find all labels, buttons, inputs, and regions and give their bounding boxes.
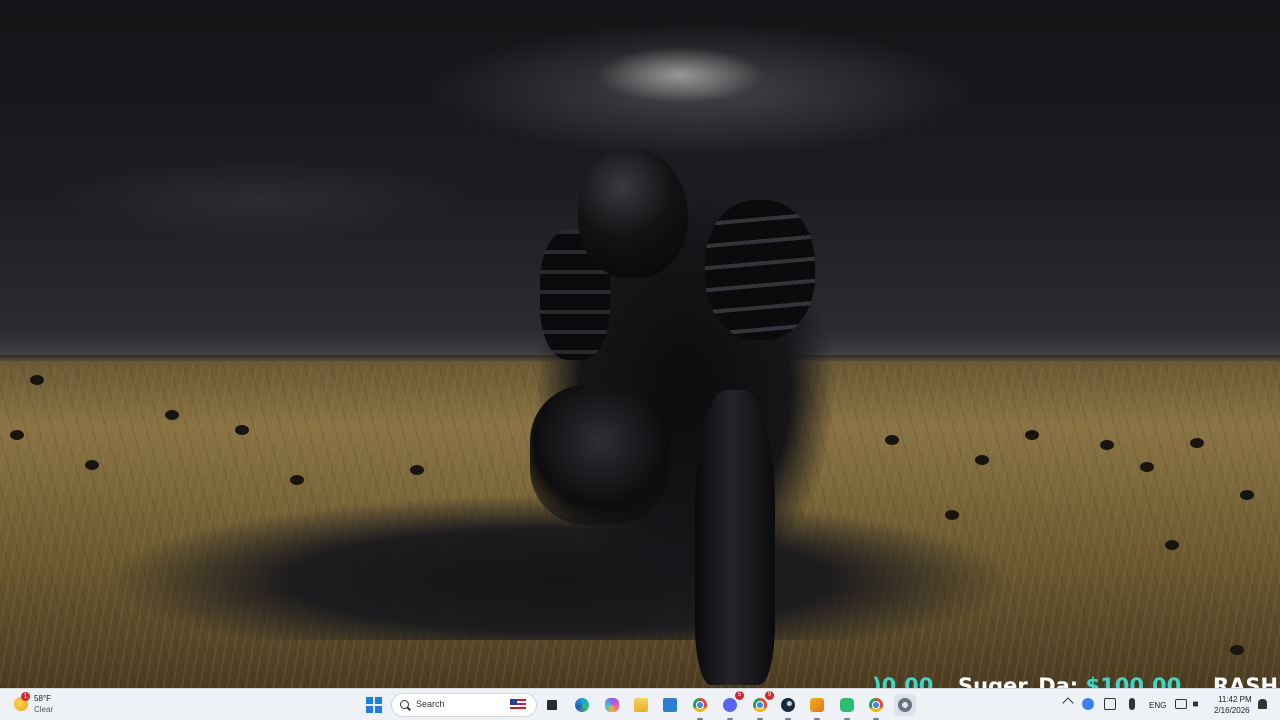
chrome-notification-badge: 9	[765, 691, 774, 700]
folder-icon[interactable]	[630, 694, 652, 716]
clock-date[interactable]: 2/16/2026	[1214, 706, 1250, 715]
discord-notification-badge: 5	[735, 691, 744, 700]
microphone-icon[interactable]	[1129, 698, 1135, 710]
app-icon[interactable]	[836, 694, 858, 720]
weather-alert-badge: 1	[21, 692, 30, 701]
wallpaper-flower	[85, 460, 99, 470]
task-view-icon[interactable]	[541, 694, 563, 716]
network-icon[interactable]	[1175, 699, 1187, 709]
wallpaper-flower	[1190, 438, 1204, 448]
wallpaper-flower	[885, 435, 899, 445]
wallpaper-knight-helmet	[578, 148, 688, 278]
wallpaper-knight-leg	[695, 390, 775, 685]
weather-temperature: 58°F	[34, 694, 51, 703]
edge-browser-icon[interactable]	[571, 694, 593, 716]
notification-bell-icon[interactable]	[1258, 699, 1267, 709]
wallpaper-flower	[1230, 645, 1244, 655]
wallpaper-flower	[1165, 540, 1179, 550]
copilot-icon[interactable]	[601, 694, 623, 716]
wallpaper-flower	[235, 425, 249, 435]
wallpaper-knight-gauntlet	[530, 385, 670, 525]
input-language[interactable]: ENG	[1149, 701, 1166, 710]
search-icon	[400, 700, 409, 709]
app-icon[interactable]	[806, 694, 828, 720]
steam-icon[interactable]	[777, 694, 799, 720]
desktop-wallpaper: )0.00 Suqer_Da: $100.00 RASH	[0, 0, 1280, 688]
chrome-icon[interactable]	[689, 694, 711, 720]
wallpaper-flower	[1140, 462, 1154, 472]
overlay-amount-fragment: )0.00	[872, 674, 934, 688]
overlay-donor-amount: $100.00	[1085, 674, 1182, 688]
taskbar-search-box[interactable]: Search	[391, 693, 537, 717]
wallpaper-knight-pauldron	[705, 200, 815, 340]
windows-start-icon[interactable]	[366, 697, 382, 713]
store-icon[interactable]	[659, 694, 681, 716]
overlay-donor-name: Suqer_Da:	[958, 674, 1079, 688]
discord-icon[interactable]: 5	[719, 691, 744, 720]
wallpaper-flower	[1025, 430, 1039, 440]
wallpaper-flower	[30, 375, 44, 385]
overlay-donation: Suqer_Da: $100.00	[958, 674, 1181, 688]
taskbar: 1 58°F Clear Search 5 9 ENG 11:42 PM 2/1…	[0, 688, 1280, 720]
us-flag-icon	[510, 699, 526, 711]
search-placeholder: Search	[416, 699, 445, 709]
clock-time[interactable]: 11:42 PM	[1218, 695, 1252, 704]
overlay-text-fragment: RASH	[1213, 674, 1279, 688]
wallpaper-flower	[10, 430, 24, 440]
sync-icon[interactable]	[1104, 698, 1116, 710]
chrome-icon[interactable]	[865, 694, 887, 720]
volume-icon[interactable]	[1193, 698, 1203, 710]
wallpaper-flower	[1240, 490, 1254, 500]
chrome-icon[interactable]: 9	[749, 691, 774, 720]
wallpaper-flower	[975, 455, 989, 465]
weather-widget[interactable]: 1 58°F Clear	[12, 692, 92, 718]
gear-icon[interactable]	[894, 694, 916, 716]
wallpaper-flower	[1100, 440, 1114, 450]
show-hidden-icons-chevron-icon[interactable]	[1062, 697, 1074, 709]
weather-condition: Clear	[34, 705, 54, 714]
wallpaper-flower	[165, 410, 179, 420]
cloud-sync-icon[interactable]	[1082, 698, 1094, 710]
